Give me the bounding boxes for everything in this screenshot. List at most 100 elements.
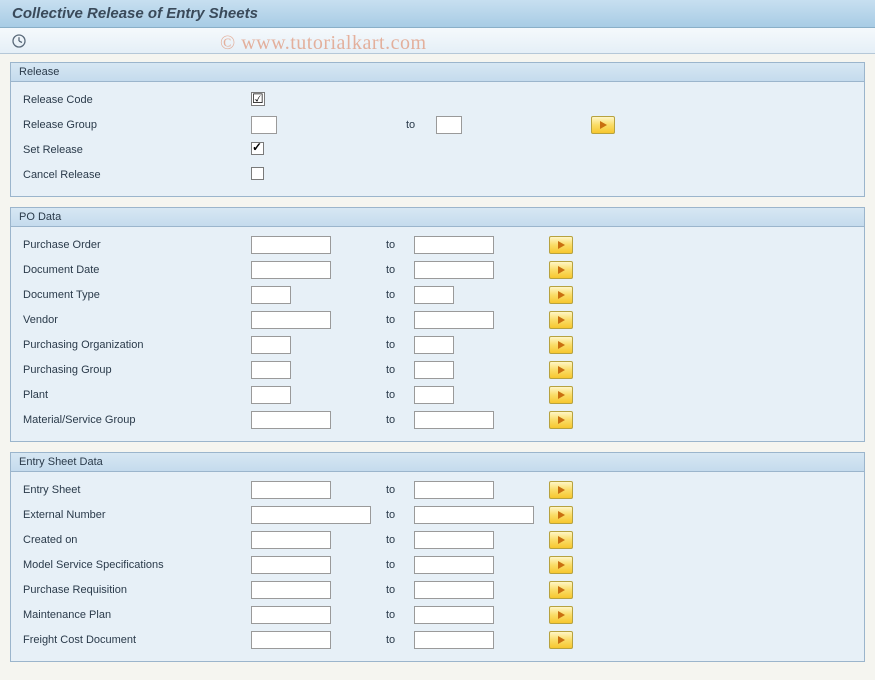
- entry_sheet-from-input[interactable]: [251, 481, 331, 499]
- freight_cost_doc-multi-button[interactable]: [549, 631, 573, 649]
- release-code-label: Release Code: [21, 94, 251, 106]
- purchase_order-multi-button[interactable]: [549, 236, 573, 254]
- external_number-label: External Number: [21, 509, 251, 521]
- maint_plan-to-input[interactable]: [414, 606, 494, 624]
- freight_cost_doc-row: Freight Cost Document to: [21, 628, 854, 652]
- created_on-from-input[interactable]: [251, 531, 331, 549]
- document_type-from-input[interactable]: [251, 286, 291, 304]
- group-entry-sheet-data: Entry Sheet Data Entry SheettoExternal N…: [10, 452, 865, 662]
- entry_sheet-label: Entry Sheet: [21, 484, 251, 496]
- release-group-to-label: to: [406, 119, 436, 131]
- purch_org-from-input[interactable]: [251, 336, 291, 354]
- purchase_order-from-input[interactable]: [251, 236, 331, 254]
- purch_group-from-input[interactable]: [251, 361, 291, 379]
- group-release-header: Release: [11, 63, 864, 82]
- purch_org-multi-button[interactable]: [549, 336, 573, 354]
- arrow-right-icon: [558, 266, 565, 274]
- cancel-release-label: Cancel Release: [21, 169, 251, 181]
- entry_sheet-multi-button[interactable]: [549, 481, 573, 499]
- release-group-to-input[interactable]: [436, 116, 462, 134]
- purch_org-to-input[interactable]: [414, 336, 454, 354]
- vendor-multi-button[interactable]: [549, 311, 573, 329]
- release-group-multi-button[interactable]: [591, 116, 615, 134]
- vendor-label: Vendor: [21, 314, 251, 326]
- created_on-label: Created on: [21, 534, 251, 546]
- freight_cost_doc-label: Freight Cost Document: [21, 634, 251, 646]
- plant-to-input[interactable]: [414, 386, 454, 404]
- model_svc_spec-from-input[interactable]: [251, 556, 331, 574]
- purch_group-label: Purchasing Group: [21, 364, 251, 376]
- maint_plan-multi-button[interactable]: [549, 606, 573, 624]
- mat_svc_group-multi-button[interactable]: [549, 411, 573, 429]
- created_on-to-input[interactable]: [414, 531, 494, 549]
- purchase_order-label: Purchase Order: [21, 239, 251, 251]
- release-code-required-check[interactable]: [251, 92, 265, 106]
- cancel-release-checkbox[interactable]: [251, 167, 264, 180]
- maint_plan-label: Maintenance Plan: [21, 609, 251, 621]
- document_date-to-label: to: [386, 264, 414, 276]
- page-title-text: Collective Release of Entry Sheets: [12, 5, 258, 22]
- arrow-right-icon: [558, 561, 565, 569]
- created_on-multi-button[interactable]: [549, 531, 573, 549]
- arrow-right-icon: [558, 391, 565, 399]
- arrow-right-icon: [558, 536, 565, 544]
- purchase_order-row: Purchase Orderto: [21, 233, 854, 257]
- external_number-to-input[interactable]: [414, 506, 534, 524]
- vendor-to-label: to: [386, 314, 414, 326]
- freight_cost_doc-to-input[interactable]: [414, 631, 494, 649]
- group-entry-sheet-data-body: Entry SheettoExternal NumbertoCreated on…: [11, 472, 864, 661]
- external_number-row: External Number to: [21, 503, 854, 527]
- purch_org-label: Purchasing Organization: [21, 339, 251, 351]
- page-title: Collective Release of Entry Sheets: [0, 0, 875, 28]
- arrow-right-icon: [558, 341, 565, 349]
- document_date-multi-button[interactable]: [549, 261, 573, 279]
- plant-multi-button[interactable]: [549, 386, 573, 404]
- group-entry-sheet-data-header: Entry Sheet Data: [11, 453, 864, 472]
- document_date-from-input[interactable]: [251, 261, 331, 279]
- freight_cost_doc-from-input[interactable]: [251, 631, 331, 649]
- purch_group-to-input[interactable]: [414, 361, 454, 379]
- entry_sheet-to-label: to: [386, 484, 414, 496]
- purchase_req-multi-button[interactable]: [549, 581, 573, 599]
- execute-icon[interactable]: [10, 32, 28, 50]
- external_number-from-input[interactable]: [251, 506, 371, 524]
- plant-row: Plantto: [21, 383, 854, 407]
- release-group-from-input[interactable]: [251, 116, 277, 134]
- content: Release Release Code Release Group to: [0, 54, 875, 680]
- purchase_order-to-input[interactable]: [414, 236, 494, 254]
- arrow-right-icon: [558, 291, 565, 299]
- mat_svc_group-to-input[interactable]: [414, 411, 494, 429]
- model_svc_spec-label: Model Service Specifications: [21, 559, 251, 571]
- set-release-checkbox[interactable]: [251, 142, 264, 155]
- mat_svc_group-from-input[interactable]: [251, 411, 331, 429]
- document_type-to-input[interactable]: [414, 286, 454, 304]
- entry_sheet-to-input[interactable]: [414, 481, 494, 499]
- arrow-right-icon: [558, 586, 565, 594]
- created_on-row: Created on to: [21, 528, 854, 552]
- group-po-data-body: Purchase OrdertoDocument DatetoDocument …: [11, 227, 864, 441]
- plant-from-input[interactable]: [251, 386, 291, 404]
- arrow-right-icon: [558, 241, 565, 249]
- vendor-to-input[interactable]: [414, 311, 494, 329]
- external_number-multi-button[interactable]: [549, 506, 573, 524]
- external_number-to-label: to: [386, 509, 414, 521]
- set-release-label: Set Release: [21, 144, 251, 156]
- freight_cost_doc-to-label: to: [386, 634, 414, 646]
- purchase_req-to-input[interactable]: [414, 581, 494, 599]
- created_on-to-label: to: [386, 534, 414, 546]
- vendor-from-input[interactable]: [251, 311, 331, 329]
- purch_group-multi-button[interactable]: [549, 361, 573, 379]
- purch_group-to-label: to: [386, 364, 414, 376]
- maint_plan-from-input[interactable]: [251, 606, 331, 624]
- model_svc_spec-to-input[interactable]: [414, 556, 494, 574]
- document_date-to-input[interactable]: [414, 261, 494, 279]
- model_svc_spec-multi-button[interactable]: [549, 556, 573, 574]
- purchase_req-row: Purchase Requisitionto: [21, 578, 854, 602]
- arrow-right-icon: [558, 366, 565, 374]
- model_svc_spec-to-label: to: [386, 559, 414, 571]
- mat_svc_group-to-label: to: [386, 414, 414, 426]
- document_type-multi-button[interactable]: [549, 286, 573, 304]
- mat_svc_group-label: Material/Service Group: [21, 414, 251, 426]
- purchase_req-from-input[interactable]: [251, 581, 331, 599]
- purch_org-to-label: to: [386, 339, 414, 351]
